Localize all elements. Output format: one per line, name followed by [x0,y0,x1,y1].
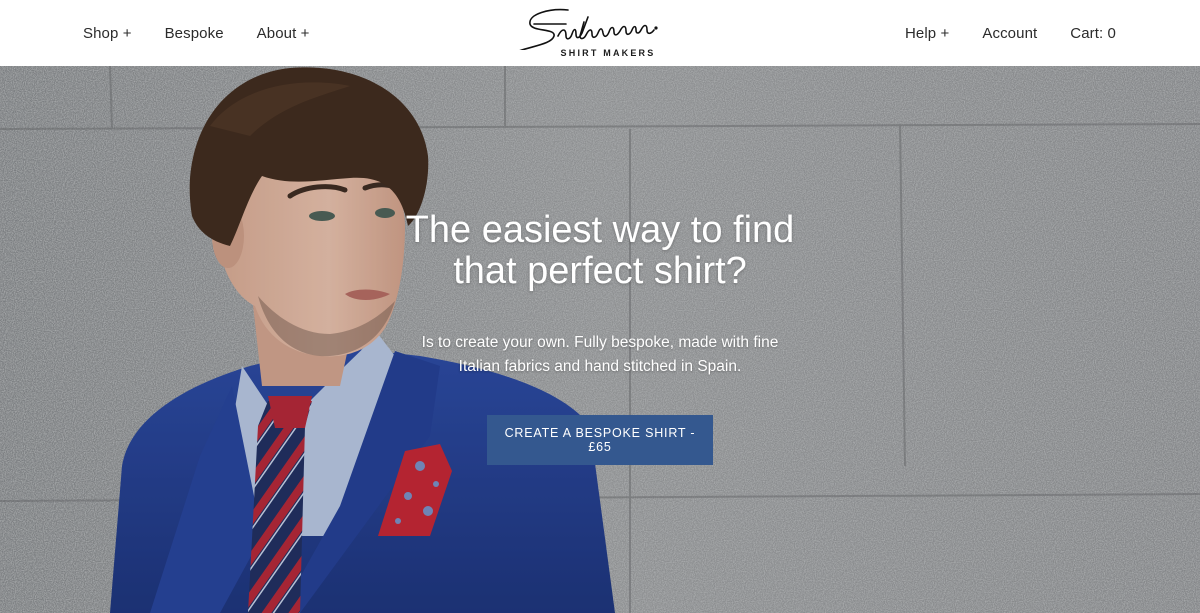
nav-help[interactable]: Help + [905,25,949,42]
santamaria-script-logo-icon [519,8,658,50]
site-header: Shop + Bespoke About + SHIRT MAKERS Help… [0,0,1200,66]
create-bespoke-shirt-button[interactable]: CREATE A BESPOKE SHIRT - £65 [487,415,713,465]
hero-headline-line-1: The easiest way to find [405,209,795,251]
primary-nav-left: Shop + Bespoke About + [83,0,342,66]
brand-logo[interactable]: SHIRT MAKERS [510,6,692,62]
nav-about[interactable]: About + [257,25,310,42]
nav-bespoke[interactable]: Bespoke [165,25,224,42]
nav-account[interactable]: Account [982,25,1037,42]
hero-copy: The easiest way to find that perfect shi… [380,210,820,379]
nav-cart[interactable]: Cart: 0 [1070,25,1116,42]
nav-shop[interactable]: Shop + [83,25,132,42]
hero-headline: The easiest way to find that perfect shi… [380,210,820,292]
logo-tagline: SHIRT MAKERS [560,48,656,58]
primary-nav-right: Help + Account Cart: 0 [872,0,1116,66]
hero-headline-line-2: that perfect shirt? [453,250,747,292]
hero-banner: The easiest way to find that perfect shi… [0,66,1200,613]
hero-subheadline: Is to create your own. Fully bespoke, ma… [421,334,779,375]
